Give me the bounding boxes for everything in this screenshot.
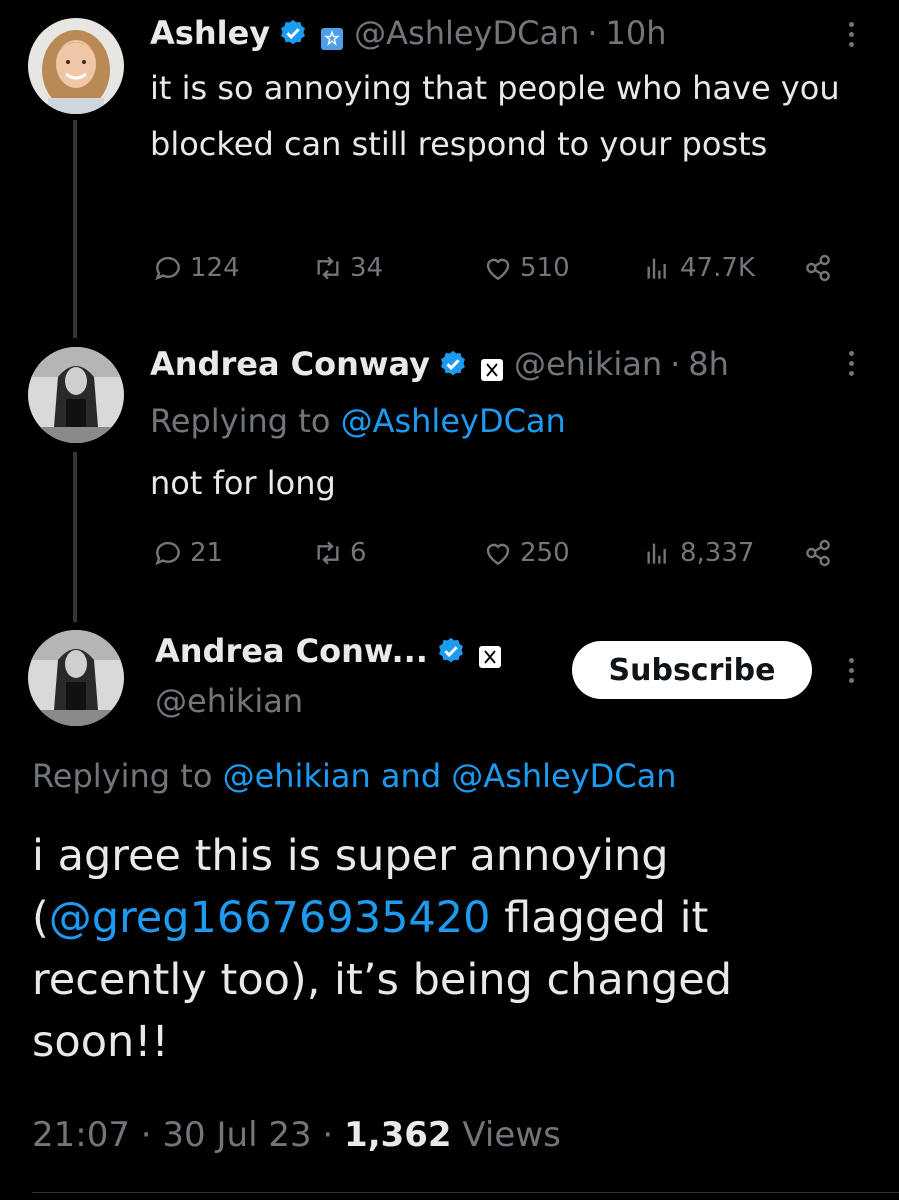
display-name[interactable]: Ashley [150,14,270,52]
views-label: Views [462,1115,561,1155]
timestamp[interactable]: 10h [606,14,667,52]
views-count: 1,362 [344,1115,452,1155]
share-button[interactable] [802,537,834,569]
separator-dot: · [587,14,598,52]
verified-icon [436,636,466,666]
tweet-header: Ashley @AshleyDCan · 10h [150,14,667,52]
like-button[interactable]: 250 [482,537,570,569]
views-count: 47.7K [680,253,755,283]
views-button[interactable]: 47.7K [642,252,755,284]
handle[interactable]: @ehikian [514,345,662,383]
replying-to-label: Replying to [32,757,213,795]
share-icon [806,539,830,567]
divider [32,1192,899,1193]
replying-to: Replying to @AshleyDCan [150,402,566,440]
tweet-text: it is so annoying that people who have y… [150,69,840,163]
verified-icon [278,18,308,48]
more-icon[interactable] [845,655,857,691]
reply-icon [155,541,180,566]
more-icon[interactable] [845,348,857,384]
like-count: 250 [520,538,570,568]
like-icon [486,258,510,281]
separator-dot: · [140,1115,152,1155]
like-icon [486,543,510,566]
avatar[interactable] [28,18,124,114]
share-button[interactable] [802,252,834,284]
handle[interactable]: @AshleyDCan [354,14,579,52]
verified-icon [438,349,468,379]
views-icon [647,258,666,279]
display-name[interactable]: Andrea Conw... [155,632,428,670]
reply-mention-link[interactable]: @AshleyDCan [451,757,676,795]
repost-button[interactable]: 34 [312,252,383,284]
repost-count: 34 [350,253,384,283]
tweet-actions: 21 6 250 8,337 [152,537,842,577]
affiliate-badge-icon[interactable] [320,21,344,50]
tweet-header: Andrea Conw... [155,632,512,670]
tweet-text: not for long [150,464,336,502]
views-button[interactable]: 8,337 [642,537,754,569]
thread-line [73,120,77,338]
views-icon [647,543,666,564]
thread-line [73,452,77,622]
x-logo-icon[interactable] [480,352,504,381]
replying-to: Replying to @ehikian and @AshleyDCan [32,757,677,795]
avatar[interactable] [28,347,124,443]
tweet-header: Andrea Conway @ehikian · 8h [150,345,729,383]
like-button[interactable]: 510 [482,252,570,284]
reply-button[interactable]: 21 [152,537,223,569]
main-tweet-text: i agree this is super annoying (@greg166… [32,825,872,1073]
more-icon[interactable] [845,19,857,55]
reply-count: 124 [190,253,240,283]
reply-count: 21 [190,538,224,568]
separator-dot: · [322,1115,334,1155]
reply-mention-link[interactable]: @ehikian [223,757,371,795]
post-date[interactable]: 30 Jul 23 [162,1115,311,1155]
avatar[interactable] [28,630,124,726]
repost-count: 6 [350,538,367,568]
post-time[interactable]: 21:07 [32,1115,130,1155]
repost-button[interactable]: 6 [312,537,367,569]
timestamp[interactable]: 8h [688,345,729,383]
like-count: 510 [520,253,570,283]
display-name[interactable]: Andrea Conway [150,345,430,383]
separator-dot: · [670,345,681,383]
mention-link[interactable]: @greg16676935420 [49,893,491,943]
views-count: 8,337 [680,538,755,568]
reply-button[interactable]: 124 [152,252,240,284]
replying-to-label: Replying to [150,402,331,440]
reply-mention-link[interactable]: @AshleyDCan [341,402,566,440]
x-logo-icon[interactable] [478,639,502,668]
handle[interactable]: @ehikian [155,682,303,720]
repost-icon [317,541,339,565]
tweet-meta: 21:07 · 30 Jul 23 · 1,362 Views [32,1115,561,1155]
share-icon [806,254,830,282]
subscribe-button[interactable]: Subscribe [572,641,812,699]
reply-and-label[interactable]: and [381,757,441,795]
reply-icon [155,256,180,281]
tweet-actions: 124 34 510 47.7K [152,252,842,292]
repost-icon [317,256,339,280]
